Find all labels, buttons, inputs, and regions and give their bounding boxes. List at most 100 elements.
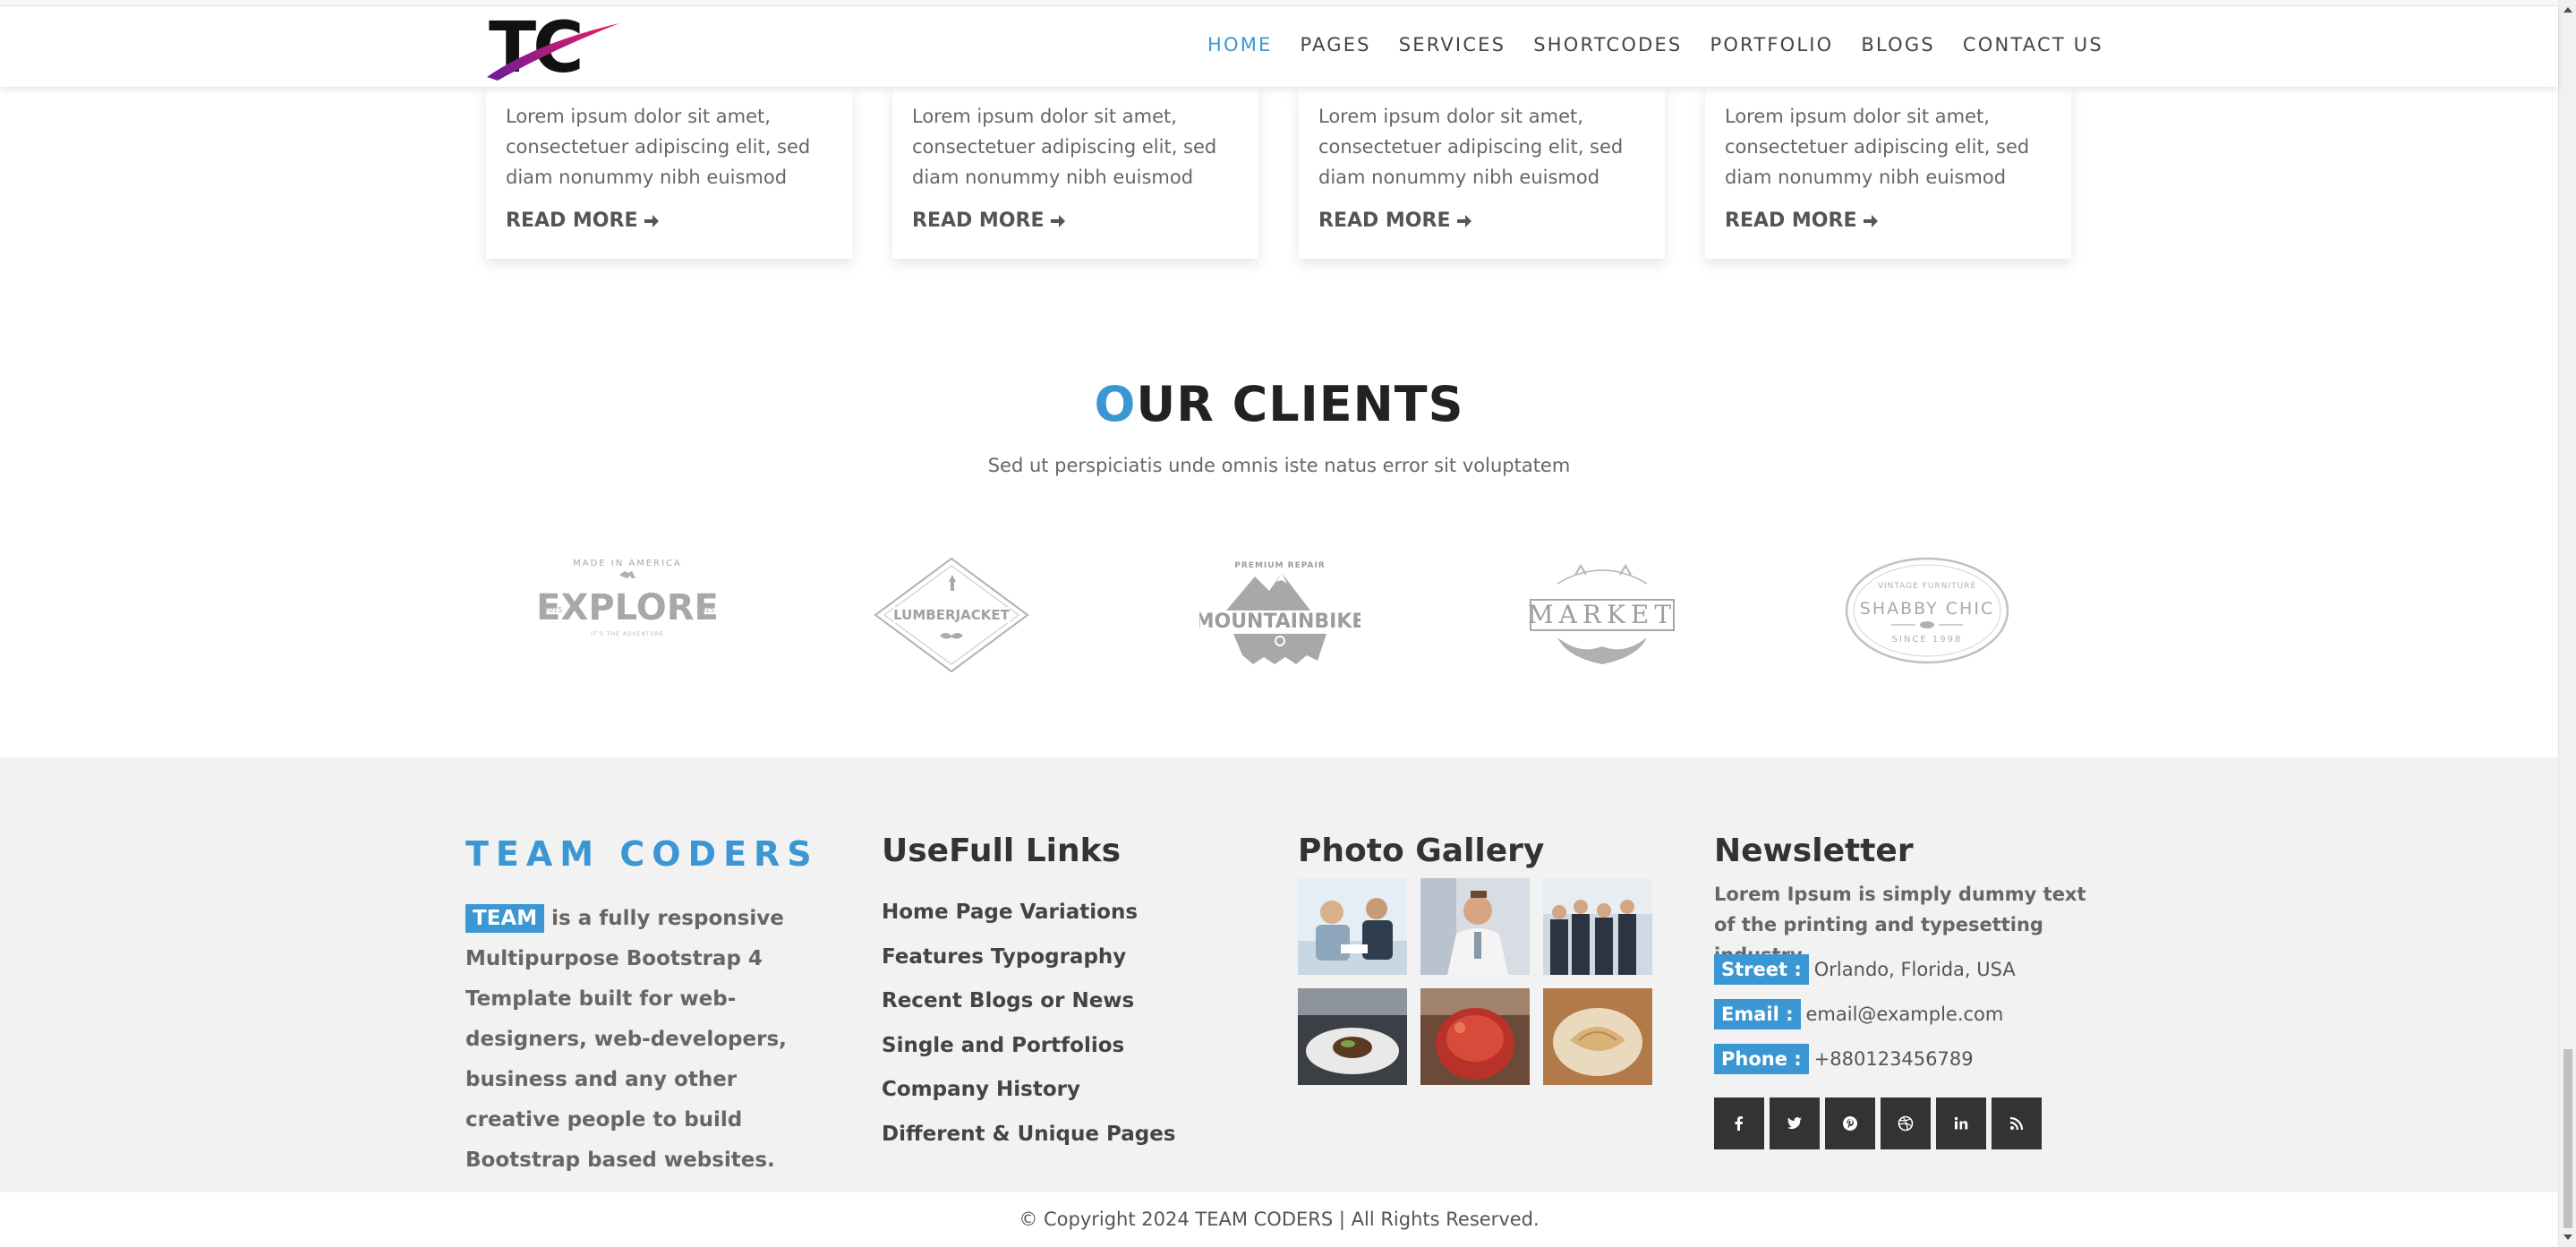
street-label: Street : [1714,954,1809,985]
main-nav: HOME PAGES SERVICES SHORTCODES PORTFOLIO… [1207,34,2131,56]
email-label: Email : [1714,999,1801,1029]
clients-title-accent: O [1094,376,1137,432]
footer-link[interactable]: Different & Unique Pages [882,1123,1175,1167]
footer-brand: TEAM CODERS [465,834,819,874]
read-more-link[interactable]: READ MORE [912,209,1066,232]
scrollbar-thumb[interactable] [2563,1049,2572,1228]
top-edge [0,0,2558,6]
svg-text:PREMIUM REPAIR: PREMIUM REPAIR [1234,561,1325,570]
svg-text:MARKET: MARKET [1528,600,1676,629]
linkedin-icon[interactable] [1936,1098,1986,1149]
arrow-right-icon [1457,214,1472,227]
arrow-right-icon [644,214,660,227]
blog-card: Lorem ipsum dolor sit amet, consectetuer… [1705,87,2071,259]
site-logo[interactable]: TC [485,8,619,89]
blog-excerpt: Lorem ipsum dolor sit amet, consectetuer… [912,106,1217,188]
market-logo[interactable]: MARKET [1522,548,1683,673]
footer-link[interactable]: Single and Portfolios [882,1034,1175,1079]
smiling-businessman-photo[interactable] [1420,878,1530,975]
explore-logo[interactable]: MADE IN AMERICA EXPLORE 2015 2015 IT'S T… [533,548,721,673]
nav-shortcodes[interactable]: SHORTCODES [1533,34,1682,56]
shabby-chic-logo-art: VINTAGE FURNITURE SHABBY CHIC SINCE 1998 [1845,557,2009,664]
footer-link[interactable]: Features Typography [882,945,1175,990]
read-more-link[interactable]: READ MORE [1725,209,1879,232]
dribbble-icon[interactable] [1881,1098,1931,1149]
clients-title: OUR CLIENTS [0,376,2558,432]
contact-email: Email : email@example.com [1714,999,2003,1029]
blog-excerpt: Lorem ipsum dolor sit amet, consectetuer… [1318,106,1624,188]
site-header: TC HOME PAGES SERVICES SHORTCODES PORTFO… [0,6,2558,89]
blog-excerpt: Lorem ipsum dolor sit amet, consectetuer… [506,106,811,188]
read-more-label: READ MORE [912,209,1045,232]
business-meeting-photo[interactable] [1298,878,1407,975]
gallery-title: Photo Gallery [1298,833,1545,869]
about-tag: TEAM [465,904,545,933]
nav-home[interactable]: HOME [1207,34,1273,56]
mountainbike-logo[interactable]: PREMIUM REPAIR MOUNTAINBIKE [1195,548,1365,673]
about-text: is a fully responsive Multipurpose Boots… [465,907,787,1172]
logo-mark: TC [487,8,619,89]
market-logo-art: MARKET [1528,564,1676,664]
read-more-label: READ MORE [506,209,638,232]
footer-link[interactable]: Home Page Variations [882,901,1175,945]
newsletter-title: Newsletter [1714,833,1914,869]
mountainbike-logo-art: PREMIUM REPAIR MOUNTAINBIKE [1195,561,1365,664]
scrollbar[interactable] [2558,0,2576,1247]
footer-about: TEAM is a fully responsive Multipurpose … [465,899,832,1181]
red-drink-photo[interactable] [1420,988,1530,1085]
copyright: © Copyright 2024 TEAM CODERS | All Right… [1019,1209,1540,1230]
useful-links: Home Page Variations Features Typography… [882,901,1175,1166]
footer-link[interactable]: Recent Blogs or News [882,989,1175,1034]
footer-link[interactable]: Company History [882,1078,1175,1123]
social-links [1714,1098,2042,1149]
rss-icon[interactable] [1992,1098,2042,1149]
svg-text:MADE IN AMERICA: MADE IN AMERICA [573,559,682,568]
lumberjacket-logo-art: LUMBERJACKET [874,557,1029,673]
blog-cards: Lorem ipsum dolor sit amet, consectetuer… [0,87,2558,266]
arrow-right-icon [1864,214,1879,227]
nav-blogs[interactable]: BLOGS [1861,34,1935,56]
pinterest-icon[interactable] [1825,1098,1875,1149]
svg-text:LUMBERJACKET: LUMBERJACKET [893,607,1010,623]
scroll-up-arrow-icon[interactable] [2563,7,2572,13]
read-more-label: READ MORE [1725,209,1857,232]
nav-portfolio[interactable]: PORTFOLIO [1710,34,1833,56]
scroll-down-arrow-icon[interactable] [2563,1234,2572,1240]
street-value: Orlando, Florida, USA [1813,959,2016,980]
facebook-icon[interactable] [1714,1098,1764,1149]
pastry-photo[interactable] [1543,988,1652,1085]
svg-text:SINCE 1998: SINCE 1998 [1892,635,1963,645]
links-title: UseFull Links [882,833,1121,869]
svg-text:2015: 2015 [696,606,714,614]
business-team-photo[interactable] [1543,878,1652,975]
svg-text:SHABBY CHIC: SHABBY CHIC [1860,599,1994,619]
email-value[interactable]: email@example.com [1806,1004,2004,1025]
contact-phone: Phone : +880123456789 [1714,1044,1974,1074]
blog-excerpt: Lorem ipsum dolor sit amet, consectetuer… [1725,106,2030,188]
plated-dish-photo[interactable] [1298,988,1407,1085]
blog-card: Lorem ipsum dolor sit amet, consectetuer… [486,87,852,259]
site-footer: TEAM CODERS TEAM is a fully responsive M… [0,757,2558,1192]
shabby-chic-logo[interactable]: VINTAGE FURNITURE SHABBY CHIC SINCE 1998 [1842,548,2012,673]
nav-pages[interactable]: PAGES [1301,34,1371,56]
arrow-right-icon [1051,214,1066,227]
nav-contact-us[interactable]: CONTACT US [1963,34,2103,56]
read-more-link[interactable]: READ MORE [506,209,660,232]
svg-text:IT'S THE ADVENTURE: IT'S THE ADVENTURE [591,631,664,637]
read-more-link[interactable]: READ MORE [1318,209,1472,232]
phone-value[interactable]: +880123456789 [1814,1048,1974,1070]
read-more-label: READ MORE [1318,209,1451,232]
blog-card: Lorem ipsum dolor sit amet, consectetuer… [1299,87,1665,259]
clients-subtitle: Sed ut perspiciatis unde omnis iste natu… [987,455,1571,476]
explore-logo-art: MADE IN AMERICA EXPLORE 2015 2015 IT'S T… [536,559,719,637]
svg-text:VINTAGE FURNITURE: VINTAGE FURNITURE [1878,582,1976,591]
svg-text:MOUNTAINBIKE: MOUNTAINBIKE [1199,611,1361,633]
twitter-icon[interactable] [1770,1098,1820,1149]
lumberjacket-logo[interactable]: LUMBERJACKET [866,548,1036,673]
blog-card: Lorem ipsum dolor sit amet, consectetuer… [892,87,1258,259]
phone-label: Phone : [1714,1044,1809,1074]
svg-text:EXPLORE: EXPLORE [536,587,719,628]
contact-street: Street : Orlando, Florida, USA [1714,954,2016,985]
clients-title-rest: UR CLIENTS [1136,376,1464,432]
nav-services[interactable]: SERVICES [1399,34,1506,56]
